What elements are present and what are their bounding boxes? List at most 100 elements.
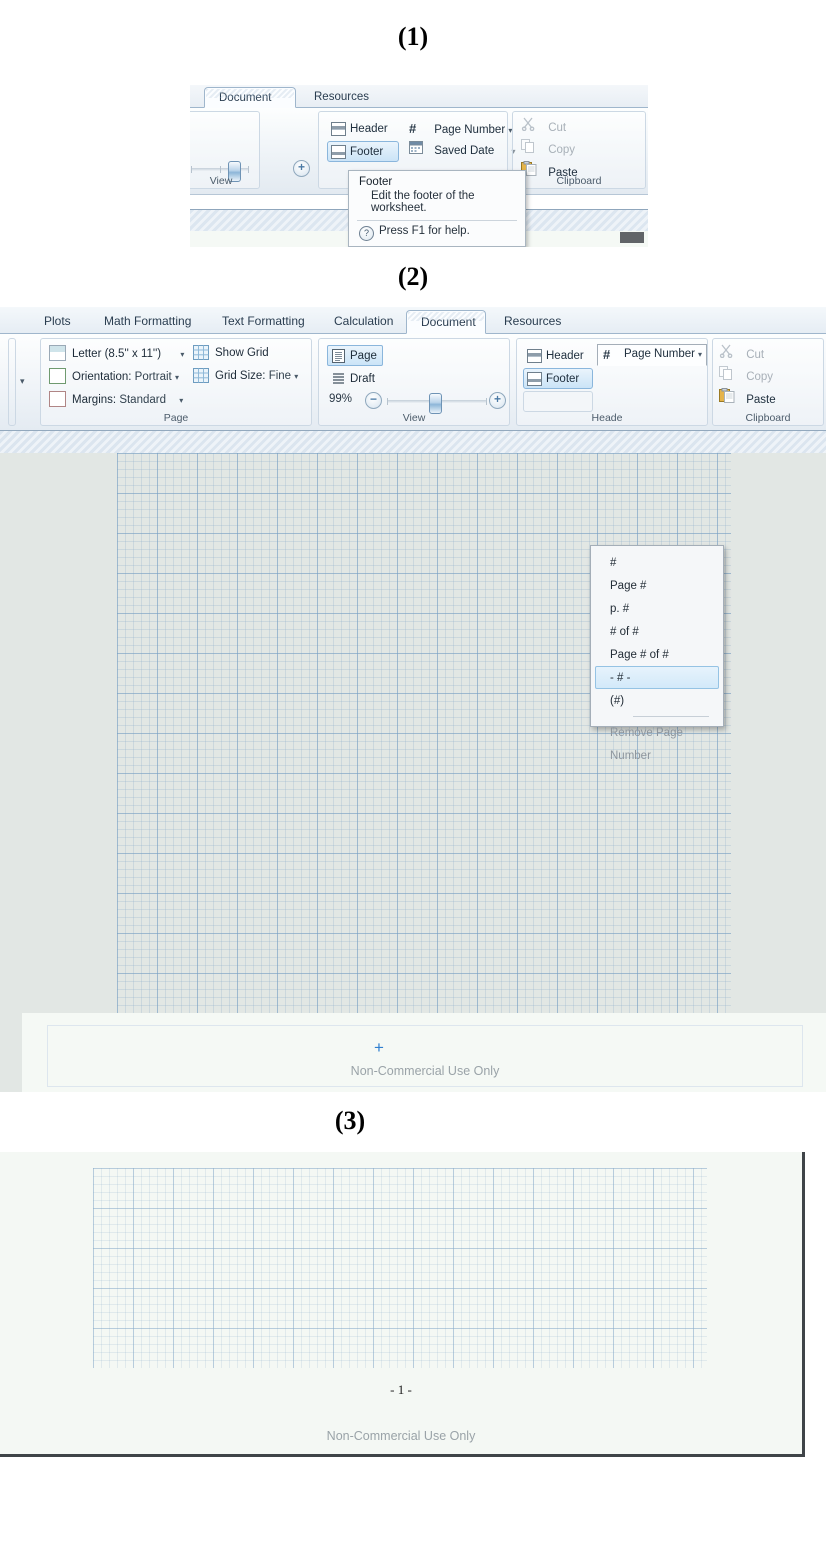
header-icon <box>331 122 346 136</box>
view-draft-button[interactable]: Draft <box>327 368 383 389</box>
zoom-out-button[interactable]: − <box>365 392 382 409</box>
copy-icon <box>521 139 545 161</box>
footer-button[interactable]: Footer <box>327 141 399 162</box>
group-collapsed <box>8 338 16 426</box>
zoom-out-label: − <box>369 392 377 406</box>
paper-size-value: Letter (8.5'' x 11'') <box>72 348 162 360</box>
footer-icon <box>527 372 542 386</box>
zoom-slider-tick <box>248 166 249 173</box>
zoom-slider-tick <box>387 398 388 405</box>
tab-document[interactable]: Document <box>406 310 486 334</box>
tab-math-formatting-label: Math Formatting <box>104 314 192 328</box>
menu-item-p-hash[interactable]: p. # <box>595 597 719 620</box>
menu-item-page-hash[interactable]: Page # <box>595 574 719 597</box>
margins-label: Margins: <box>72 394 117 406</box>
tab-resources[interactable]: Resources <box>490 310 576 334</box>
orientation-value: Portrait <box>134 371 172 383</box>
tooltip-help-text: Press F1 for help. <box>379 225 470 237</box>
page-number-text: - 1 - <box>390 1382 412 1397</box>
margins-control[interactable]: Margins: Standard ▾ <box>49 391 183 407</box>
header-footer-extra-button[interactable] <box>523 391 593 412</box>
help-icon: ? <box>359 226 374 241</box>
header-button[interactable]: Header <box>327 118 399 139</box>
copy-label: Copy <box>548 144 576 156</box>
view-page-button[interactable]: Page <box>327 345 383 366</box>
draft-view-icon <box>332 372 345 393</box>
group-clipboard-label: Clipboard <box>556 175 602 187</box>
scissors-icon <box>719 344 743 366</box>
cut-button[interactable]: Cut <box>719 344 764 365</box>
zoom-slider-thumb[interactable] <box>429 393 442 414</box>
ribbon-body: ▾ Letter (8.5'' x 11'') ▾ Orientation: P… <box>0 334 826 431</box>
panel-1-ribbon-tooltip: Document Resources + View Header Footer … <box>190 85 648 247</box>
margins-value: Standard <box>119 394 166 406</box>
tab-math-formatting[interactable]: Math Formatting <box>90 310 206 334</box>
group-page: Letter (8.5'' x 11'') ▾ Orientation: Por… <box>40 338 312 426</box>
menu-item-hash-of-hash[interactable]: # of # <box>595 620 719 643</box>
tooltip-help: ? Press F1 for help. <box>349 221 525 246</box>
tab-text-formatting[interactable]: Text Formatting <box>208 310 318 334</box>
saved-date-button[interactable]: Saved Date ▾ <box>409 141 516 162</box>
chevron-down-icon[interactable]: ▾ <box>175 373 179 382</box>
cut-button[interactable]: Cut <box>521 117 566 138</box>
group-view-label: View <box>402 412 426 424</box>
paste-button[interactable]: Paste <box>719 388 776 409</box>
footer-button-label: Footer <box>546 373 580 385</box>
copy-button[interactable]: Copy <box>719 366 773 387</box>
header-button[interactable]: Header <box>523 345 593 366</box>
grid-size-control[interactable]: Grid Size: Fine ▾ <box>193 368 298 386</box>
tab-document[interactable]: Document <box>204 87 296 108</box>
tab-resources[interactable]: Resources <box>300 87 388 108</box>
page-number-label: Page Number <box>624 348 695 360</box>
zoom-in-button[interactable]: + <box>489 392 506 409</box>
zoom-in-button[interactable]: + <box>293 160 310 177</box>
group-view-label: View <box>209 175 233 187</box>
footer-insert-plus-icon[interactable]: + <box>374 1039 384 1056</box>
grid-icon <box>193 345 209 363</box>
chevron-down-icon[interactable]: ▾ <box>294 372 298 381</box>
page-view-icon <box>332 349 345 370</box>
tab-calculation[interactable]: Calculation <box>320 310 410 334</box>
menu-item-dash-hash-dash[interactable]: - # - <box>595 666 719 689</box>
zoom-in-label: + <box>297 160 305 174</box>
menu-item-paren-hash[interactable]: (#) <box>595 689 719 712</box>
ribbon-body: + View Header Footer # Page Number ▾ Sav… <box>190 108 648 247</box>
tab-document-label: Document <box>219 92 272 104</box>
paper-size-control[interactable]: Letter (8.5'' x 11'') ▾ <box>49 345 184 361</box>
view-page-label: Page <box>350 350 377 362</box>
tooltip-body: Edit the footer of the worksheet. <box>371 190 475 214</box>
show-grid-control[interactable]: Show Grid <box>193 345 269 363</box>
group-clipboard-label: Clipboard <box>745 412 791 424</box>
watermark-text: Non-Commercial Use Only <box>350 1064 500 1078</box>
orientation-control[interactable]: Orientation: Portrait ▾ <box>49 368 179 384</box>
footer-tooltip: Footer Edit the footer of the worksheet.… <box>348 170 526 247</box>
orientation-label: Orientation: <box>72 371 132 383</box>
copy-icon <box>719 366 743 388</box>
menu-item-remove-page-number[interactable]: Remove Page Number <box>595 721 719 762</box>
menu-item-hash[interactable]: # <box>595 551 719 574</box>
grid-size-value: Fine <box>268 370 292 382</box>
page-number-button[interactable]: # Page Number ▾ <box>597 344 707 366</box>
ribbon-overflow-caret-icon[interactable]: ▾ <box>20 376 25 387</box>
page-number-menu[interactable]: # Page # p. # # of # Page # of # - # - (… <box>590 545 724 762</box>
chevron-down-icon[interactable]: ▾ <box>698 350 702 359</box>
scrollbar-corner[interactable] <box>620 232 644 243</box>
grid-size-label: Grid Size: <box>215 370 266 382</box>
zoom-percent: 99% <box>329 393 353 405</box>
copy-label: Copy <box>746 371 774 383</box>
tab-resources-label: Resources <box>504 314 562 328</box>
chevron-down-icon[interactable]: ▾ <box>180 350 184 359</box>
worksheet-stripe-band <box>0 430 826 454</box>
footer-edit-region[interactable]: + Non-Commercial Use Only <box>47 1025 803 1087</box>
saved-date-label: Saved Date <box>434 145 495 157</box>
copy-button[interactable]: Copy <box>521 139 575 160</box>
tab-document-label: Document <box>421 315 476 329</box>
menu-item-page-hash-of-hash[interactable]: Page # of # <box>595 643 719 666</box>
page-number-button[interactable]: # Page Number ▾ <box>409 118 512 139</box>
ribbon-tab-bar: Plots Math Formatting Text Formatting Ca… <box>0 307 826 334</box>
paper-size-icon <box>49 345 66 361</box>
footer-button[interactable]: Footer <box>523 368 593 389</box>
ribbon-tab-bar: Document Resources <box>190 85 648 108</box>
chevron-down-icon[interactable]: ▾ <box>179 396 183 405</box>
tab-plots[interactable]: Plots <box>30 310 88 334</box>
